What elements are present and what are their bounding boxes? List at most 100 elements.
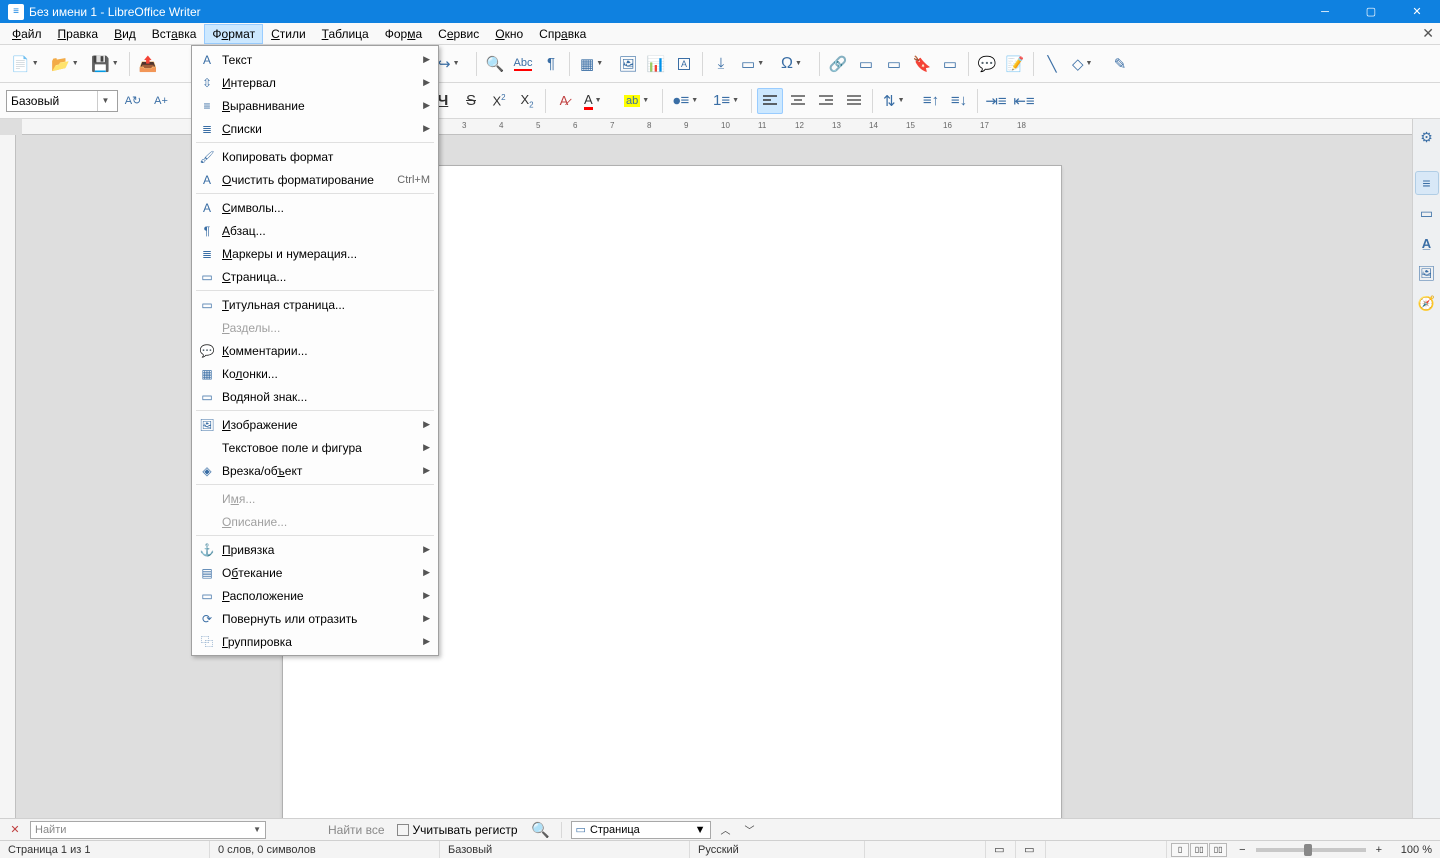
menu-сервис[interactable]: Сервис (430, 24, 487, 44)
save-button[interactable]: 💾▼ (86, 51, 124, 77)
menu-item-врезка-объект[interactable]: ◈Врезка/объект▶ (192, 459, 438, 482)
spellcheck-button[interactable]: Abc (510, 51, 536, 77)
menu-item-изображение[interactable]: 🖼Изображение▶ (192, 413, 438, 436)
field-button[interactable]: ▭▼ (736, 51, 774, 77)
image-button[interactable]: 🖼 (615, 51, 641, 77)
zoom-in-button[interactable]: + (1372, 844, 1386, 856)
menu-item-повернуть-или-отразить[interactable]: ⟳Повернуть или отразить▶ (192, 607, 438, 630)
maximize-button[interactable]: ▢ (1348, 0, 1394, 23)
nav-next-button[interactable]: ﹀ (741, 821, 759, 839)
bookmark-button[interactable]: 🔖 (909, 51, 935, 77)
endnote-button[interactable]: ▭ (881, 51, 907, 77)
strikethrough-button[interactable]: S (458, 88, 484, 114)
menu-item-выравнивание[interactable]: ≡Выравнивание▶ (192, 94, 438, 117)
menu-окно[interactable]: Окно (487, 24, 531, 44)
track-changes-button[interactable]: 📝 (1002, 51, 1028, 77)
clear-formatting-button[interactable]: A̷ (551, 88, 577, 114)
increase-indent-button[interactable]: ⇥≡ (983, 88, 1009, 114)
sidebar-properties-icon[interactable]: ≡ (1415, 171, 1439, 195)
draw-functions-button[interactable]: ✎ (1107, 51, 1133, 77)
word-count-status[interactable]: 0 слов, 0 символов (210, 841, 440, 858)
nav-prev-button[interactable]: ︿ (717, 821, 735, 839)
table-button[interactable]: ▦▼ (575, 51, 613, 77)
align-left-button[interactable] (757, 88, 783, 114)
footnote-button[interactable]: ▭ (853, 51, 879, 77)
highlight-button[interactable]: ab▼ (619, 88, 657, 114)
align-justify-button[interactable] (841, 88, 867, 114)
menu-стили[interactable]: Стили (263, 24, 314, 44)
menu-item-комментарии---[interactable]: 💬Комментарии... (192, 339, 438, 362)
find-options-button[interactable]: 🔍 (530, 821, 552, 839)
zoom-level[interactable]: 100 % (1390, 841, 1440, 858)
menu-item-копировать-формат[interactable]: 🖌Копировать формат (192, 145, 438, 168)
decrease-spacing-button[interactable]: ≡↓ (946, 88, 972, 114)
menu-справка[interactable]: Справка (531, 24, 594, 44)
line-spacing-button[interactable]: ⇅▼ (878, 88, 916, 114)
match-case-checkbox[interactable]: Учитывать регистр (397, 823, 518, 837)
page-style-status[interactable]: Базовый (440, 841, 690, 858)
menu-item-страница---[interactable]: ▭Страница... (192, 265, 438, 288)
menu-item-титульная-страница---[interactable]: ▭Титульная страница... (192, 293, 438, 316)
formatting-marks-button[interactable]: ¶ (538, 51, 564, 77)
comment-button[interactable]: 💬 (974, 51, 1000, 77)
menu-формат[interactable]: Формат (204, 24, 263, 44)
menu-форма[interactable]: Форма (377, 24, 430, 44)
vertical-ruler[interactable] (0, 135, 16, 818)
increase-spacing-button[interactable]: ≡↑ (918, 88, 944, 114)
align-right-button[interactable] (813, 88, 839, 114)
insert-mode-status[interactable] (865, 841, 986, 858)
paragraph-style-combo[interactable]: Базовый ▼ (6, 90, 118, 112)
new-style-button[interactable]: A+ (148, 88, 174, 114)
zoom-slider[interactable] (1256, 848, 1366, 852)
export-pdf-button[interactable]: 📤 (135, 51, 161, 77)
menu-item-привязка[interactable]: ⚓Привязка▶ (192, 538, 438, 561)
sidebar-styles-icon[interactable]: A̲ (1415, 231, 1439, 255)
special-char-button[interactable]: Ω▼ (776, 51, 814, 77)
menu-item-текстовое-поле-и-фигура[interactable]: Текстовое поле и фигура▶ (192, 436, 438, 459)
decrease-indent-button[interactable]: ⇤≡ (1011, 88, 1037, 114)
page-break-button[interactable]: ⤓ (708, 51, 734, 77)
menu-файл[interactable]: Файл (4, 24, 50, 44)
menu-item-обтекание[interactable]: ▤Обтекание▶ (192, 561, 438, 584)
menu-item-колонки---[interactable]: ▦Колонки... (192, 362, 438, 385)
superscript-button[interactable]: X2 (486, 88, 512, 114)
menu-item-абзац---[interactable]: ¶Абзац... (192, 219, 438, 242)
menu-item-символы---[interactable]: AСимволы... (192, 196, 438, 219)
close-button[interactable]: ✕ (1394, 0, 1440, 23)
find-replace-button[interactable]: 🔍 (482, 51, 508, 77)
chart-button[interactable]: 📊 (643, 51, 669, 77)
sidebar-gallery-icon[interactable]: 🖼 (1415, 261, 1439, 285)
shapes-button[interactable]: ◇▼ (1067, 51, 1105, 77)
selection-mode-status[interactable]: ▭ (986, 841, 1016, 858)
new-button[interactable]: 📄▼ (6, 51, 44, 77)
minimize-button[interactable]: ─ (1302, 0, 1348, 23)
menu-item-текст[interactable]: AТекст▶ (192, 48, 438, 71)
page-status[interactable]: Страница 1 из 1 (0, 841, 210, 858)
cross-ref-button[interactable]: ▭ (937, 51, 963, 77)
menu-таблица[interactable]: Таблица (314, 24, 377, 44)
menu-item-очистить-форматирование[interactable]: AОчистить форматированиеCtrl+M (192, 168, 438, 191)
open-button[interactable]: 📂▼ (46, 51, 84, 77)
zoom-out-button[interactable]: − (1235, 844, 1249, 856)
menu-item-списки[interactable]: ≣Списки▶ (192, 117, 438, 140)
single-page-view[interactable]: ▯ (1171, 843, 1189, 857)
close-findbar-button[interactable]: ✕ (6, 821, 24, 839)
sidebar-navigator-icon[interactable]: 🧭 (1415, 291, 1439, 315)
language-status[interactable]: Русский (690, 841, 865, 858)
subscript-button[interactable]: X2 (514, 88, 540, 114)
update-style-button[interactable]: A↻ (120, 88, 146, 114)
menu-item-интервал[interactable]: ⇳Интервал▶ (192, 71, 438, 94)
textbox-button[interactable]: A (671, 51, 697, 77)
font-color-button[interactable]: A▼ (579, 88, 617, 114)
find-input[interactable]: Найти ▼ (30, 821, 266, 839)
find-all-label[interactable]: Найти все (328, 823, 385, 837)
navigation-combo[interactable]: ▭Страница ▼ (571, 821, 711, 839)
align-center-button[interactable] (785, 88, 811, 114)
sidebar-page-icon[interactable]: ▭ (1415, 201, 1439, 225)
multi-page-view[interactable]: ▯▯ (1190, 843, 1208, 857)
menu-item-маркеры-и-нумерация---[interactable]: ≣Маркеры и нумерация... (192, 242, 438, 265)
menu-item-водяной-знак---[interactable]: ▭Водяной знак... (192, 385, 438, 408)
numbered-list-button[interactable]: 1≡▼ (708, 88, 746, 114)
menu-item-расположение[interactable]: ▭Расположение▶ (192, 584, 438, 607)
sidebar-settings-icon[interactable]: ⚙ (1415, 125, 1439, 149)
